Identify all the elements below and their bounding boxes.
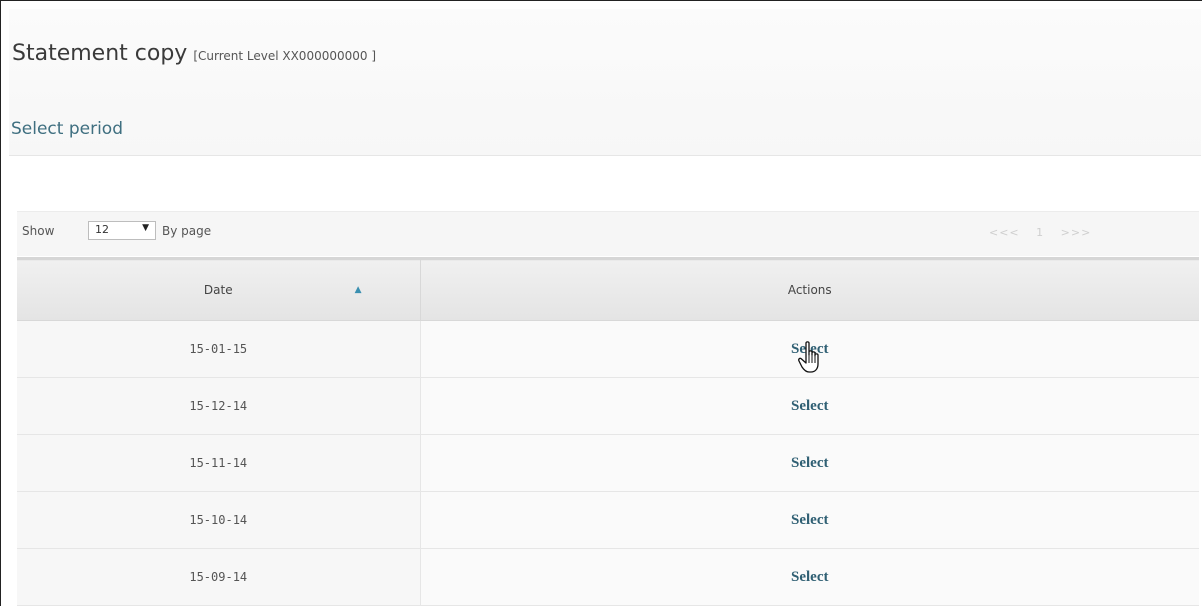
table-row: 15-10-14 Select	[17, 491, 1199, 549]
column-header-actions: Actions	[420, 257, 1199, 321]
date-cell: 15-12-14	[17, 377, 421, 435]
pager-current[interactable]: 1	[1036, 226, 1044, 239]
select-period-label[interactable]: Select period	[11, 119, 123, 139]
table-row: 15-11-14 Select	[17, 434, 1199, 492]
pager-prev[interactable]: <<<	[989, 226, 1020, 239]
pager-next[interactable]: >>>	[1061, 226, 1092, 239]
sort-ascending-icon[interactable]: ▲	[355, 285, 362, 295]
action-cell: Select	[420, 377, 1199, 435]
select-link[interactable]: Select	[791, 512, 828, 528]
date-cell: 15-11-14	[17, 434, 421, 492]
pager: <<< 1 >>>	[989, 226, 1103, 239]
date-cell: 15-01-15	[17, 320, 421, 378]
statements-table: Date ▲ Actions 15-01-15 Select 15-12-14 …	[17, 257, 1199, 606]
page-frame: Statement copy [Current Level XX000000000…	[0, 0, 1202, 606]
page-size-value: 12	[95, 223, 109, 236]
page-title: Statement copy [Current Level XX000000000…	[12, 41, 376, 66]
page-size-select[interactable]: 12 ▼	[88, 221, 156, 240]
select-link[interactable]: Select	[791, 398, 828, 414]
column-header-actions-label: Actions	[787, 283, 832, 297]
date-cell: 15-09-14	[17, 548, 421, 606]
by-page-label: By page	[162, 224, 212, 238]
column-header-date[interactable]: Date ▲	[17, 257, 421, 321]
column-header-date-label: Date	[203, 283, 233, 297]
date-cell: 15-10-14	[17, 491, 421, 549]
table-header-row: Date ▲ Actions	[17, 257, 1199, 321]
current-level-label: [Current Level XX000000000 ]	[193, 49, 377, 63]
action-cell: Select	[420, 434, 1199, 492]
table-row: 15-12-14 Select	[17, 377, 1199, 435]
header-panel: Statement copy [Current Level XX000000000…	[9, 9, 1201, 156]
action-cell: Select	[420, 548, 1199, 606]
show-label: Show	[22, 224, 55, 238]
dropdown-arrow-icon: ▼	[142, 223, 149, 233]
action-cell: Select	[420, 491, 1199, 549]
select-link[interactable]: Select	[791, 569, 828, 585]
table-toolbar: Show 12 ▼ By page <<< 1 >>>	[17, 211, 1199, 256]
table-row: 15-01-15 Select	[17, 320, 1199, 378]
table-row: 15-09-14 Select	[17, 548, 1199, 606]
page-title-text: Statement copy	[12, 41, 188, 66]
select-link[interactable]: Select	[791, 455, 828, 471]
hand-pointer-icon	[798, 341, 819, 373]
